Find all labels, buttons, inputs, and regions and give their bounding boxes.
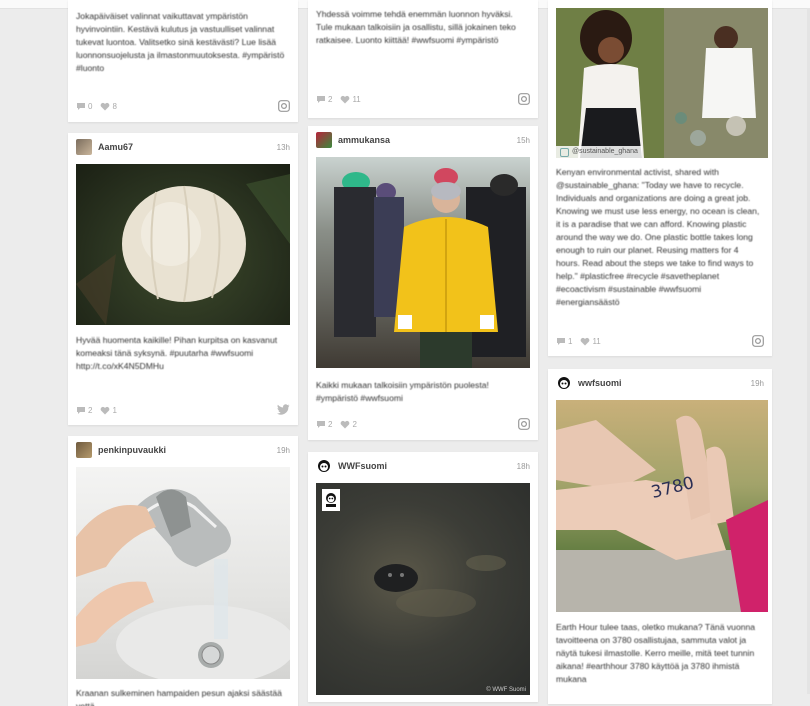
feed-card-3[interactable]: @sustainable_ghana Kenyan environmental … xyxy=(548,0,772,356)
comment-count[interactable]: 1 xyxy=(556,337,572,346)
panda-logo-icon xyxy=(558,377,570,389)
post-header: ammukansa 15h xyxy=(316,132,530,148)
heart-icon xyxy=(341,420,350,428)
username[interactable]: penkinpuvaukki xyxy=(98,445,277,455)
post-image-seal[interactable]: © WWF Suomi xyxy=(316,483,530,695)
post-age: 13h xyxy=(276,142,290,152)
recycle-illustration xyxy=(556,8,768,158)
avatar[interactable] xyxy=(316,458,332,474)
seal-illustration xyxy=(374,555,506,617)
feed-card-5[interactable]: ammukansa 15h Kaikki mukaan talkoisiin y… xyxy=(308,126,538,440)
post-footer: 2 2 xyxy=(316,418,530,430)
avatar[interactable] xyxy=(556,375,572,391)
comment-icon xyxy=(77,406,85,414)
post-image-recycle[interactable]: @sustainable_ghana xyxy=(556,8,768,158)
comment-icon xyxy=(317,420,325,428)
feed-card-1[interactable]: Jokapäiväiset valinnat vaikuttavat ympär… xyxy=(68,0,298,122)
avatar[interactable] xyxy=(76,442,92,458)
comment-icon xyxy=(557,337,565,345)
username[interactable]: wwfsuomi xyxy=(578,378,751,388)
faucet-illustration xyxy=(76,489,290,679)
post-header: Aamu67 13h xyxy=(76,139,290,155)
twitter-icon[interactable] xyxy=(277,404,290,415)
post-image-pumpkin[interactable] xyxy=(76,164,290,325)
post-text: Kraanan sulkeminen hampaiden pesun ajaks… xyxy=(76,688,282,706)
instagram-mini-icon xyxy=(560,147,569,157)
post-header: wwfsuomi 19h xyxy=(556,375,764,391)
post-text: Kaikki mukaan talkoisiin ympäristön puol… xyxy=(316,380,489,403)
photo-credit: © WWF Suomi xyxy=(486,687,526,693)
feed-card-8[interactable]: wwfsuomi 19h 3780 Earth Hour tulee taas,… xyxy=(548,369,772,704)
instagram-icon[interactable] xyxy=(278,100,290,112)
post-text: Jokapäiväiset valinnat vaikuttavat ympär… xyxy=(76,11,285,73)
post-age: 19h xyxy=(750,378,764,388)
avatar[interactable] xyxy=(76,139,92,155)
heart-icon xyxy=(101,406,110,414)
avatar[interactable] xyxy=(316,132,332,148)
like-count[interactable]: 2 xyxy=(340,420,357,429)
panda-icon xyxy=(326,493,336,507)
comment-icon xyxy=(77,102,85,110)
post-image-crowd[interactable] xyxy=(316,157,530,368)
feed-card-4[interactable]: Aamu67 13h Hyvää huomenta kaikille! Piha… xyxy=(68,133,298,425)
like-count[interactable]: 11 xyxy=(340,95,361,104)
like-count[interactable]: 8 xyxy=(100,102,117,111)
feed-card-2[interactable]: Yhdessä voimme tehdä enemmän luonnon hyv… xyxy=(308,0,538,118)
heart-icon xyxy=(341,95,350,103)
post-footer: 2 11 xyxy=(316,93,530,105)
post-text: Kenyan environmental activist, shared wi… xyxy=(556,167,760,307)
comment-icon xyxy=(317,95,325,103)
post-image-hand[interactable]: 3780 xyxy=(556,400,768,612)
post-age: 15h xyxy=(516,135,530,145)
heart-icon xyxy=(581,337,590,345)
username[interactable]: ammukansa xyxy=(338,135,517,145)
post-age: 19h xyxy=(276,445,290,455)
post-header: penkinpuvaukki 19h xyxy=(76,442,290,458)
instagram-icon[interactable] xyxy=(518,418,530,430)
post-footer: 0 8 xyxy=(76,100,290,112)
like-count[interactable]: 11 xyxy=(580,337,601,346)
like-count[interactable]: 1 xyxy=(100,406,117,415)
image-overlay-label: @sustainable_ghana xyxy=(556,146,642,158)
post-image-faucet[interactable] xyxy=(76,467,290,679)
post-text: Hyvää huomenta kaikille! Pihan kurpitsa … xyxy=(76,335,278,371)
feed-card-6[interactable]: WWFsuomi 18h © WWF Suomi xyxy=(308,452,538,702)
comment-count[interactable]: 2 xyxy=(316,420,332,429)
username[interactable]: WWFsuomi xyxy=(338,461,517,471)
instagram-icon[interactable] xyxy=(752,335,764,347)
post-text: Earth Hour tulee taas, oletko mukana? Tä… xyxy=(556,622,756,684)
heart-icon xyxy=(101,102,110,110)
post-footer: 1 11 xyxy=(556,335,764,347)
pumpkin-illustration xyxy=(76,174,290,325)
comment-count[interactable]: 2 xyxy=(76,406,92,415)
post-text: Yhdessä voimme tehdä enemmän luonnon hyv… xyxy=(316,9,516,45)
comment-count[interactable]: 2 xyxy=(316,95,332,104)
comment-count[interactable]: 0 xyxy=(76,102,92,111)
wwf-logo xyxy=(322,489,340,511)
feed-card-7[interactable]: penkinpuvaukki 19h Kraanan sulkeminen ha… xyxy=(68,436,298,706)
post-age: 18h xyxy=(516,461,530,471)
hand-illustration xyxy=(556,415,768,612)
post-header: WWFsuomi 18h xyxy=(316,458,530,474)
crowd-illustration xyxy=(334,168,526,368)
panda-logo-icon xyxy=(318,460,330,472)
username[interactable]: Aamu67 xyxy=(98,142,277,152)
instagram-icon[interactable] xyxy=(518,93,530,105)
post-footer: 2 1 xyxy=(76,404,290,416)
